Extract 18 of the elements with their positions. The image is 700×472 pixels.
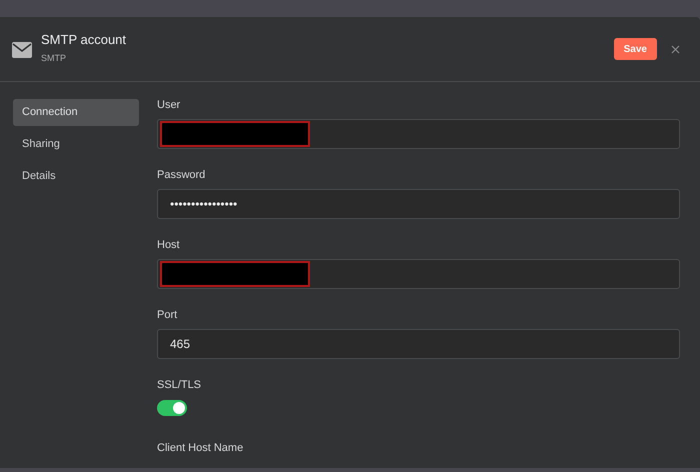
input-field[interactable]: 465 — [157, 329, 680, 359]
toggle-switch[interactable] — [157, 400, 187, 416]
field-label: Password — [157, 169, 206, 182]
input-field[interactable]: •••••••••••••••• — [157, 189, 680, 219]
field-label: Port — [157, 309, 178, 322]
field-label: Host — [157, 239, 181, 252]
envelope-icon — [12, 42, 32, 58]
sidebar-tab[interactable]: Details — [13, 163, 139, 190]
close-icon[interactable] — [671, 44, 680, 54]
field-label: User — [157, 99, 182, 112]
dialog-subtitle: SMTP — [41, 52, 68, 64]
sidebar-tab[interactable]: Sharing — [13, 131, 139, 158]
dialog-title: SMTP account — [41, 31, 128, 49]
input-field[interactable] — [157, 259, 680, 289]
input-field[interactable] — [157, 119, 680, 149]
field-label: SSL/TLS — [157, 379, 202, 392]
field-label: Client Host Name — [157, 442, 244, 455]
sidebar-tab[interactable]: Connection — [13, 99, 139, 126]
